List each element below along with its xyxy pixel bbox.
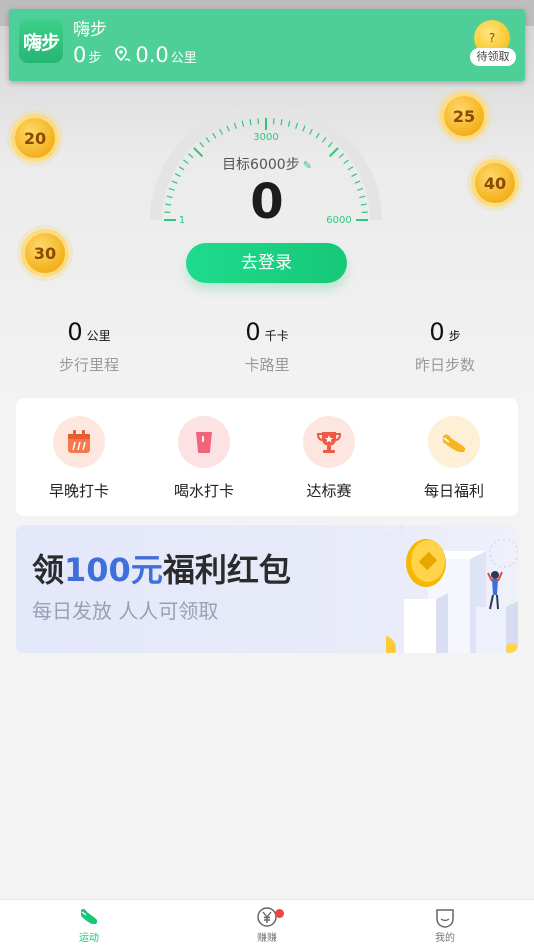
gauge-tick	[241, 120, 245, 127]
notification-distance-unit: 公里	[170, 51, 197, 66]
trophy-icon	[303, 416, 355, 468]
notification-steps: 0	[73, 43, 87, 67]
notification-title: 嗨步	[73, 20, 107, 40]
location-pin-icon	[115, 46, 131, 62]
notification-badge	[275, 909, 284, 918]
stat-unit: 步	[448, 329, 461, 343]
step-count: 0	[250, 174, 284, 230]
edit-icon[interactable]: ✎	[303, 159, 312, 172]
notification-stats: 0 步 0.0 公里	[73, 43, 197, 67]
face-icon	[436, 909, 454, 928]
stat-value: 0	[67, 318, 83, 346]
gauge-tick	[321, 137, 327, 143]
coin-reward[interactable]: 25	[440, 92, 488, 140]
gauge-tick	[212, 132, 217, 139]
feature-challenge[interactable]: 达标赛	[266, 416, 392, 501]
gauge-tick	[280, 119, 283, 126]
feature-daily-bonus[interactable]: 每日福利	[391, 416, 517, 501]
stat-value: 0	[245, 318, 261, 346]
gauge-tick	[302, 125, 306, 132]
tab-sport[interactable]: 运动	[0, 906, 178, 944]
gauge-tick	[295, 122, 299, 129]
stat-label: 昨日步数	[414, 356, 475, 374]
gauge-tick	[199, 142, 205, 148]
feature-water-checkin[interactable]: 喝水打卡	[141, 416, 267, 501]
shoe-icon	[81, 908, 98, 924]
step-goal[interactable]: 目标6000步 ✎	[0, 154, 534, 174]
stat-distance: 0 公里 步行里程	[0, 318, 178, 375]
gauge-tick	[233, 122, 237, 129]
stat-value: 0	[429, 318, 445, 346]
bottom-tab-bar: 运动 赚赚 我的	[0, 899, 534, 949]
step-notification[interactable]: 嗨步 嗨步 0 步 0.0 公里 ? 待领取	[9, 9, 525, 81]
stat-yesterday-steps: 0步 昨日步数	[356, 318, 534, 375]
coin-reward[interactable]: 30	[21, 229, 69, 277]
feature-label: 每日福利	[423, 482, 484, 500]
feature-label: 喝水打卡	[173, 482, 234, 500]
gauge-tick	[249, 119, 252, 126]
gauge-tick	[287, 120, 291, 127]
feature-morning-evening-checkin[interactable]: 早晚打卡	[16, 416, 142, 501]
tab-label: 赚赚	[257, 933, 277, 944]
tab-label: 运动	[79, 933, 99, 944]
yen-coin-icon	[257, 907, 277, 927]
stat-calories: 0 千卡 卡路里	[178, 318, 356, 375]
gauge-tick	[219, 128, 223, 135]
gauge-tick	[327, 142, 333, 148]
gauge-tick	[309, 128, 313, 135]
shoe-icon	[428, 416, 480, 468]
stat-label: 卡路里	[244, 356, 290, 374]
gauge-tick	[205, 137, 211, 143]
red-packet-banner[interactable]: 领100元福利红包 每日发放 人人可领取	[16, 525, 518, 653]
calendar-icon	[53, 416, 105, 468]
tab-me[interactable]: 我的	[356, 906, 534, 944]
banner-subtitle: 每日发放 人人可领取	[32, 599, 219, 623]
banner-title: 领100元福利红包	[32, 551, 291, 589]
login-button[interactable]: 去登录	[186, 243, 347, 283]
tab-earn[interactable]: 赚赚	[178, 906, 356, 944]
notification-distance: 0.0	[135, 43, 169, 67]
stat-label: 步行里程	[58, 356, 119, 374]
feature-label: 达标赛	[306, 482, 352, 500]
notification-steps-unit: 步	[88, 51, 102, 66]
gauge-mid-label: 3000	[253, 132, 278, 143]
stat-unit: 公里	[86, 329, 111, 343]
pending-claim-label[interactable]: 待领取	[470, 48, 516, 66]
feature-label: 早晚打卡	[48, 482, 109, 500]
gauge-tick	[226, 125, 230, 132]
app-icon: 嗨步	[19, 19, 63, 63]
banner-illustration	[386, 525, 518, 653]
goal-label: 目标6000步	[222, 157, 300, 173]
stat-unit: 千卡	[264, 329, 289, 343]
cup-icon	[178, 416, 230, 468]
gauge-tick	[315, 132, 320, 139]
tab-label: 我的	[435, 933, 455, 944]
features-card: 早晚打卡 喝水打卡 达标赛 每日福利	[16, 398, 518, 516]
